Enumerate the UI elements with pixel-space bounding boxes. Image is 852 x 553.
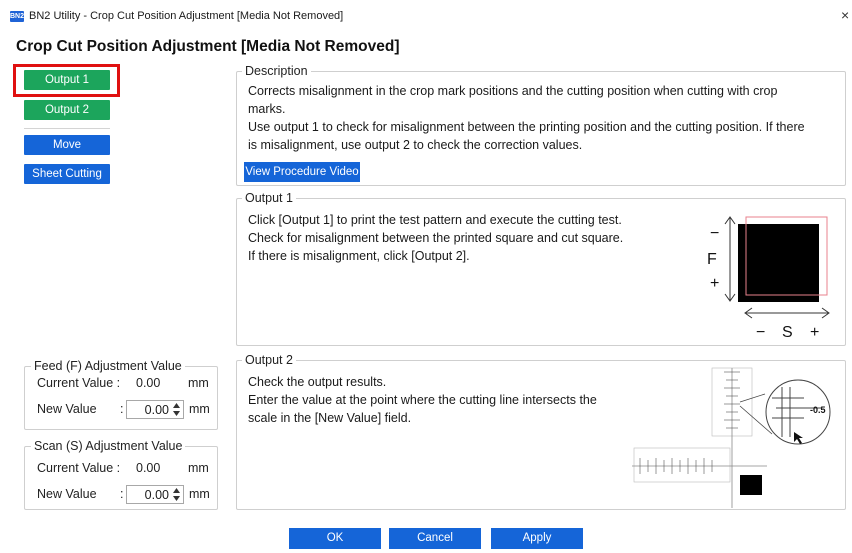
app-logo-icon: BN2 bbox=[10, 11, 25, 22]
s-axis-label: S bbox=[782, 324, 793, 340]
description-text: Corrects misalignment in the crop mark p… bbox=[248, 82, 838, 154]
description-line: marks. bbox=[248, 102, 286, 116]
f-plus-label: + bbox=[710, 275, 719, 292]
s-minus-label: − bbox=[756, 324, 765, 340]
scan-group-title: Scan (S) Adjustment Value bbox=[31, 439, 186, 453]
cancel-button[interactable]: Cancel bbox=[389, 528, 481, 549]
output-1-title: Output 1 bbox=[242, 191, 296, 205]
scan-new-value-spinner[interactable]: 0.00 bbox=[126, 485, 184, 504]
output-2-line: Check the output results. bbox=[248, 375, 387, 389]
output-2-text: Check the output results. Enter the valu… bbox=[248, 373, 648, 427]
feed-new-value-spinner[interactable]: 0.00 bbox=[126, 400, 184, 419]
window-title: BN2 Utility - Crop Cut Position Adjustme… bbox=[29, 10, 344, 22]
feed-current-label: Current Value : bbox=[37, 376, 121, 390]
output-1-line: Check for misalignment between the print… bbox=[248, 231, 624, 245]
s-plus-label: + bbox=[810, 324, 819, 340]
feed-new-colon: : bbox=[120, 402, 124, 416]
sidebar-divider bbox=[24, 128, 110, 129]
feed-new-unit: mm bbox=[189, 402, 210, 416]
page-title: Crop Cut Position Adjustment [Media Not … bbox=[16, 38, 400, 55]
callout-value-label: -0.5 bbox=[810, 405, 826, 415]
description-line: is misalignment, use output 2 to check t… bbox=[248, 138, 583, 152]
ok-button[interactable]: OK bbox=[289, 528, 381, 549]
scan-new-unit: mm bbox=[189, 487, 210, 501]
f-minus-label: − bbox=[710, 225, 719, 242]
apply-button[interactable]: Apply bbox=[491, 528, 583, 549]
output-2-title: Output 2 bbox=[242, 353, 296, 367]
output-1-button[interactable]: Output 1 bbox=[24, 70, 110, 90]
output-2-button[interactable]: Output 2 bbox=[24, 100, 110, 120]
view-procedure-video-button[interactable]: View Procedure Video bbox=[244, 162, 360, 182]
output-2-line: scale in the [New Value] field. bbox=[248, 411, 412, 425]
output-2-line: Enter the value at the point where the c… bbox=[248, 393, 597, 407]
feed-group-title: Feed (F) Adjustment Value bbox=[31, 359, 185, 373]
scale-diagram: -0.5 bbox=[632, 367, 831, 508]
feed-new-label: New Value bbox=[37, 402, 97, 416]
scan-new-colon: : bbox=[120, 487, 124, 501]
test-pattern-diagram: − F + − S + bbox=[707, 216, 830, 340]
description-title: Description bbox=[242, 64, 311, 78]
description-line: Use output 1 to check for misalignment b… bbox=[248, 120, 805, 134]
move-button[interactable]: Move bbox=[24, 135, 110, 155]
scan-current-unit: mm bbox=[188, 461, 209, 475]
spinner-arrows-icon[interactable] bbox=[172, 487, 181, 502]
output-1-text: Click [Output 1] to print the test patte… bbox=[248, 211, 688, 265]
sheet-cutting-button[interactable]: Sheet Cutting bbox=[24, 164, 110, 184]
output-1-line: If there is misalignment, click [Output … bbox=[248, 249, 470, 263]
scan-current-label: Current Value : bbox=[37, 461, 121, 475]
scan-current-value: 0.00 bbox=[136, 461, 161, 475]
output-1-line: Click [Output 1] to print the test patte… bbox=[248, 213, 622, 227]
scan-new-label: New Value bbox=[37, 487, 97, 501]
title-bar: BN2 BN2 Utility - Crop Cut Position Adju… bbox=[0, 0, 852, 34]
close-icon[interactable]: × bbox=[841, 7, 849, 23]
f-axis-label: F bbox=[707, 251, 717, 268]
feed-current-unit: mm bbox=[188, 376, 209, 390]
feed-new-value: 0.00 bbox=[144, 403, 169, 417]
feed-current-value: 0.00 bbox=[136, 376, 161, 390]
description-line: Corrects misalignment in the crop mark p… bbox=[248, 84, 778, 98]
scan-new-value: 0.00 bbox=[144, 488, 169, 502]
spinner-arrows-icon[interactable] bbox=[172, 402, 181, 417]
